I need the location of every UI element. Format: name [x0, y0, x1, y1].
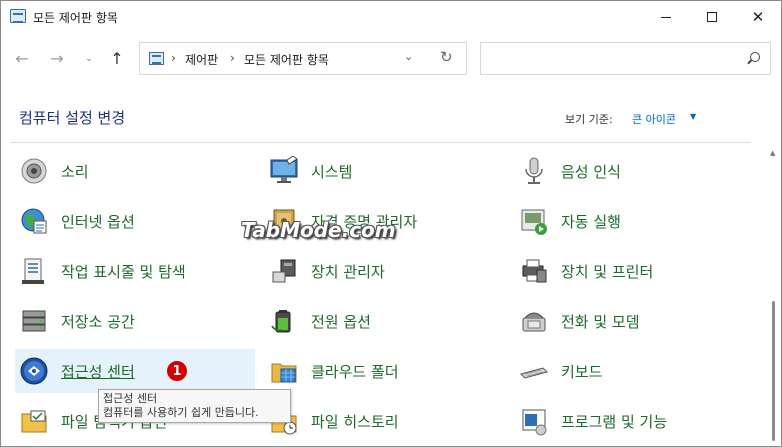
keyboard-icon [520, 367, 548, 379]
item-label: 소리 [61, 163, 89, 181]
item-label: 파일 히스토리 [311, 413, 399, 431]
item-device-manager[interactable]: 장치 관리자 [265, 249, 505, 293]
page-title: 컴퓨터 설정 변경 [19, 109, 126, 127]
recent-locations-button[interactable]: ⌄ [77, 47, 101, 71]
breadcrumb-all-items[interactable]: 모든 제어판 항목 [244, 51, 329, 68]
navigation-bar: ← → ⌄ ↑ › 제어판 › 모든 제어판 항목 ⌄ ↻ [1, 33, 781, 85]
divider [11, 142, 751, 143]
item-label: 시스템 [311, 163, 353, 181]
control-panel-icon [149, 52, 164, 65]
work-folders-icon [271, 363, 297, 383]
forward-button[interactable]: → [45, 47, 69, 71]
item-speech-recognition[interactable]: 음성 인식 [515, 149, 755, 193]
item-system[interactable]: 시스템 [265, 149, 505, 193]
item-label: 작업 표시줄 및 탐색 [61, 263, 186, 281]
item-label: 장치 관리자 [311, 263, 385, 281]
programs-features-icon [522, 409, 547, 436]
storage-spaces-icon [22, 310, 46, 332]
maximize-button[interactable] [689, 1, 735, 33]
ease-of-access-icon [20, 357, 48, 385]
power-options-icon [271, 310, 291, 333]
item-label: 전화 및 모뎀 [561, 313, 640, 331]
printer-icon [522, 259, 547, 283]
item-label: 클라우드 폴더 [311, 363, 399, 381]
item-autoplay[interactable]: 자동 실행 [515, 199, 755, 243]
item-file-history[interactable]: 파일 히스토리 [265, 399, 505, 443]
item-label: 자동 실행 [561, 213, 621, 231]
refresh-icon[interactable]: ↻ [440, 48, 453, 66]
view-by-label: 보기 기준: [565, 113, 613, 126]
item-internet-options[interactable]: 인터넷 옵션 [15, 199, 255, 243]
minimize-button[interactable] [643, 1, 689, 33]
title-bar: 모든 제어판 항목 ✕ [1, 1, 781, 33]
maximize-icon [707, 12, 717, 22]
speaker-icon [21, 158, 47, 184]
item-label: 키보드 [561, 363, 603, 381]
item-ease-of-access[interactable]: 접근성 센터 1 [15, 349, 255, 393]
item-devices-printers[interactable]: 장치 및 프린터 [515, 249, 755, 293]
item-keyboard[interactable]: 키보드 [515, 349, 755, 393]
search-icon[interactable] [750, 52, 760, 62]
breadcrumb-control-panel[interactable]: 제어판 [185, 51, 218, 68]
item-label: 전원 옵션 [311, 313, 371, 331]
tooltip-description: 컴퓨터를 사용하기 쉽게 만듭니다. [103, 406, 259, 419]
monitor-icon [270, 156, 298, 183]
control-panel-window: 모든 제어판 항목 ✕ ← → ⌄ ↑ › 제어판 › 모든 제어판 항목 ⌄ … [0, 0, 782, 447]
item-label: 프로그램 및 기능 [561, 413, 668, 431]
back-button[interactable]: ← [10, 47, 34, 71]
microphone-icon [525, 157, 543, 184]
item-label: 인터넷 옵션 [61, 213, 135, 231]
phone-modem-icon [522, 312, 546, 332]
autoplay-icon [521, 209, 547, 235]
window-title: 모든 제어판 항목 [33, 11, 118, 25]
globe-icon [21, 208, 47, 234]
search-input[interactable] [480, 42, 771, 75]
tooltip: 접근성 센터 컴퓨터를 사용하기 쉽게 만듭니다. [98, 389, 291, 423]
item-label: 접근성 센터 [61, 363, 135, 381]
breadcrumb-separator[interactable]: › [171, 51, 176, 65]
close-button[interactable]: ✕ [735, 1, 781, 33]
item-sound[interactable]: 소리 [15, 149, 255, 193]
chevron-down-icon[interactable]: ▼ [690, 112, 696, 121]
taskbar-icon [22, 258, 44, 284]
scroll-up-icon[interactable]: ▲ [770, 149, 775, 157]
control-panel-icon [10, 9, 26, 23]
address-dropdown-icon[interactable]: ⌄ [404, 50, 413, 63]
close-icon: ✕ [751, 7, 765, 26]
item-power-options[interactable]: 전원 옵션 [265, 299, 505, 343]
address-bar[interactable]: › 제어판 › 모든 제어판 항목 ⌄ ↻ [139, 42, 467, 75]
item-storage-spaces[interactable]: 저장소 공간 [15, 299, 255, 343]
minimize-icon [661, 16, 671, 18]
item-work-folders[interactable]: 클라우드 폴더 [265, 349, 505, 393]
item-programs-features[interactable]: 프로그램 및 기능 [515, 399, 755, 443]
view-by-selector[interactable]: 큰 아이콘 [632, 111, 676, 127]
breadcrumb-separator[interactable]: › [230, 51, 235, 65]
item-taskbar-navigation[interactable]: 작업 표시줄 및 탐색 [15, 249, 255, 293]
watermark: TabMode.com [241, 218, 396, 242]
step-badge: 1 [166, 360, 188, 382]
tooltip-title: 접근성 센터 [103, 392, 158, 405]
item-label: 음성 인식 [561, 163, 621, 181]
up-button[interactable]: ↑ [105, 47, 129, 71]
item-label: 저장소 공간 [61, 313, 135, 331]
device-manager-icon [272, 259, 296, 283]
scrollbar-thumb[interactable] [772, 301, 775, 441]
item-label: 장치 및 프린터 [561, 263, 654, 281]
folder-options-icon [21, 410, 47, 433]
item-phone-modem[interactable]: 전화 및 모뎀 [515, 299, 755, 343]
